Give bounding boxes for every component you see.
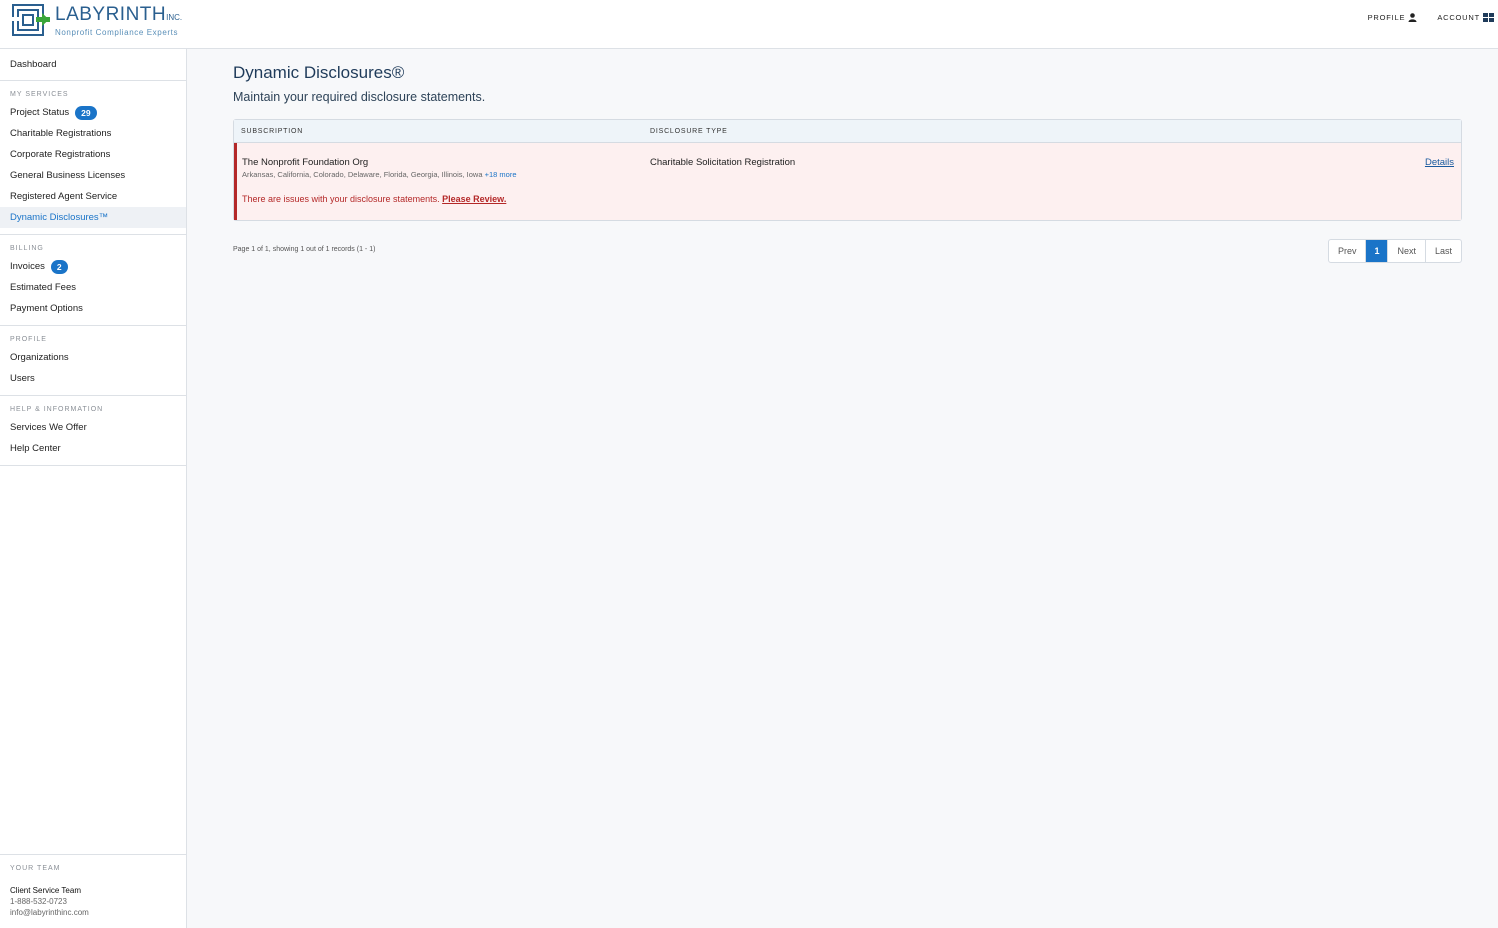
top-header: LABYRINTHINC. Nonprofit Compliance Exper… — [0, 0, 1498, 49]
sidebar-heading: PROFILE — [10, 336, 47, 343]
sidebar-heading: MY SERVICES — [10, 91, 69, 98]
please-review-link[interactable]: Please Review. — [442, 194, 506, 204]
current-page-button[interactable]: 1 — [1365, 240, 1388, 262]
pagination-info: Page 1 of 1, showing 1 out of 1 records … — [233, 246, 376, 253]
disclosures-table: SUBSCRIPTION DISCLOSURE TYPE The Nonprof… — [233, 119, 1462, 221]
sidebar-item-dynamic-disclosures[interactable]: Dynamic Disclosures™ — [0, 207, 186, 228]
count-badge: 2 — [50, 259, 68, 274]
count-badge: 29 — [75, 105, 97, 120]
sidebar-item-services-we-offer[interactable]: Services We Offer — [0, 417, 186, 438]
sidebar-item-label: Dashboard — [10, 59, 57, 70]
page-subtitle: Maintain your required disclosure statem… — [233, 90, 486, 104]
issue-message: There are issues with your disclosure st… — [242, 194, 506, 204]
sidebar-item-dashboard[interactable]: Dashboard — [0, 54, 186, 75]
team-phone: 1-888-532-0723 — [10, 897, 67, 906]
team-email: info@labyrinthinc.com — [10, 908, 89, 917]
sidebar-section-billing: BILLING Invoices 2 Estimated Fees Payment… — [0, 235, 186, 326]
logo-name: LABYRINTH — [55, 4, 167, 25]
profile-link[interactable]: PROFILE — [1368, 13, 1418, 22]
page-title: Dynamic Disclosures® — [233, 63, 405, 82]
sidebar-item-corporate-registrations[interactable]: Corporate Registrations — [0, 144, 186, 165]
sidebar-item-payment-options[interactable]: Payment Options — [0, 298, 186, 319]
main-content: Dynamic Disclosures® Maintain your requi… — [233, 62, 1462, 263]
top-nav: PROFILE ACCOUNT — [1368, 13, 1498, 22]
organization-name: The Nonprofit Foundation Org — [242, 157, 369, 168]
sidebar-section-profile: PROFILE Organizations Users — [0, 326, 186, 396]
sidebar: Dashboard MY SERVICES Project Status 29 C… — [0, 49, 187, 928]
next-page-button[interactable]: Next — [1387, 240, 1425, 262]
sidebar-item-organizations[interactable]: Organizations — [0, 347, 186, 368]
account-label: ACCOUNT — [1437, 13, 1480, 22]
issue-text: There are issues with your disclosure st… — [242, 194, 440, 204]
sidebar-section-my-services: MY SERVICES Project Status 29 Charitable … — [0, 81, 186, 235]
labyrinth-logo-icon — [12, 4, 50, 36]
sidebar-item-project-status[interactable]: Project Status 29 — [0, 102, 186, 123]
table-row: The Nonprofit Foundation Org Arkansas, C… — [234, 143, 1461, 220]
pagination-row: Page 1 of 1, showing 1 out of 1 records … — [233, 239, 1462, 263]
column-header-subscription: SUBSCRIPTION — [241, 127, 304, 135]
sidebar-item-registered-agent-service[interactable]: Registered Agent Service — [0, 186, 186, 207]
sidebar-item-label: Organizations — [10, 352, 69, 363]
sidebar-section-help: HELP & INFORMATION Services We Offer Hel… — [0, 396, 186, 466]
sidebar-item-label: Dynamic Disclosures™ — [10, 212, 109, 223]
sidebar-item-users[interactable]: Users — [0, 368, 186, 389]
account-link[interactable]: ACCOUNT — [1437, 13, 1494, 22]
details-link[interactable]: Details — [1425, 157, 1454, 168]
sidebar-item-label: Registered Agent Service — [10, 191, 118, 202]
your-team-panel: YOUR TEAM Client Service Team 1-888-532-… — [0, 854, 186, 928]
sidebar-item-label: Invoices — [10, 261, 45, 272]
logo[interactable]: LABYRINTHINC. Nonprofit Compliance Exper… — [12, 4, 182, 37]
sidebar-item-label: Payment Options — [10, 303, 83, 314]
states-list: Arkansas, California, Colorado, Delaware… — [242, 170, 483, 179]
disclosure-type: Charitable Solicitation Registration — [650, 157, 796, 168]
last-page-button[interactable]: Last — [1424, 240, 1461, 262]
sidebar-item-label: Help Center — [10, 443, 61, 454]
column-header-disclosure-type: DISCLOSURE TYPE — [650, 127, 728, 135]
logo-tagline: Nonprofit Compliance Experts — [55, 28, 179, 37]
profile-label: PROFILE — [1367, 13, 1406, 22]
table-header: SUBSCRIPTION DISCLOSURE TYPE — [234, 120, 1461, 143]
pagination: Prev 1 Next Last — [1327, 239, 1462, 263]
user-icon — [1408, 13, 1417, 22]
team-heading: YOUR TEAM — [10, 865, 61, 872]
sidebar-item-label: Project Status — [10, 107, 70, 118]
sidebar-item-label: Corporate Registrations — [10, 149, 111, 160]
grid-icon — [1483, 13, 1494, 22]
sidebar-heading: HELP & INFORMATION — [10, 406, 104, 413]
sidebar-item-charitable-registrations[interactable]: Charitable Registrations — [0, 123, 186, 144]
sidebar-item-estimated-fees[interactable]: Estimated Fees — [0, 277, 186, 298]
sidebar-item-invoices[interactable]: Invoices 2 — [0, 256, 186, 277]
team-name: Client Service Team — [10, 886, 81, 895]
sidebar-item-label: General Business Licenses — [10, 170, 126, 181]
sidebar-item-label: Charitable Registrations — [10, 128, 112, 139]
prev-page-button[interactable]: Prev — [1329, 240, 1366, 262]
sidebar-item-label: Estimated Fees — [10, 282, 76, 293]
logo-inc: INC. — [166, 13, 183, 22]
sidebar-item-label: Services We Offer — [10, 422, 87, 433]
sidebar-heading: BILLING — [10, 245, 44, 252]
sidebar-section-dashboard: Dashboard — [0, 49, 186, 81]
sidebar-item-help-center[interactable]: Help Center — [0, 438, 186, 459]
sidebar-item-label: Users — [10, 373, 35, 384]
more-states-link[interactable]: +18 more — [485, 170, 517, 179]
sidebar-item-general-business-licenses[interactable]: General Business Licenses — [0, 165, 186, 186]
